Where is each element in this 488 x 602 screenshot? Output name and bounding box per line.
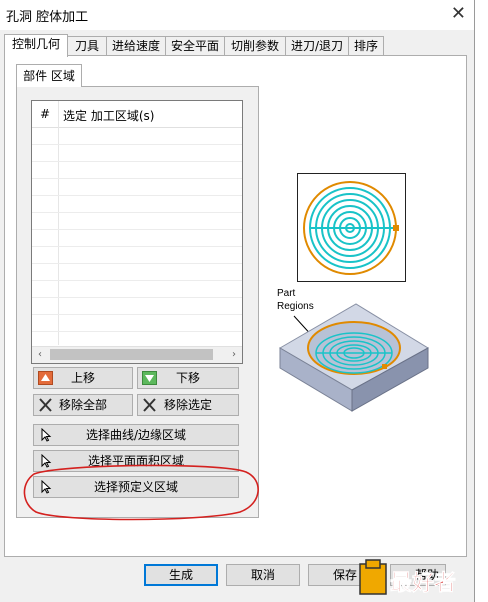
- list-row-line: [32, 297, 242, 298]
- list-row-line: [32, 195, 242, 196]
- scroll-thumb[interactable]: [50, 349, 213, 360]
- save-button[interactable]: 保存: [308, 564, 364, 586]
- list-row-line: [32, 144, 242, 145]
- tab-control-geometry[interactable]: 控制几何: [4, 34, 68, 57]
- red-annotation-loop: [23, 464, 259, 521]
- move-up-label: 上移: [70, 371, 95, 385]
- tab-safe-plane[interactable]: 安全平面: [165, 36, 225, 56]
- generate-button[interactable]: 生成: [144, 564, 218, 586]
- tab-sorting[interactable]: 排序: [348, 36, 384, 56]
- tab-cut-params[interactable]: 切削参数: [224, 36, 286, 56]
- title-bar: 孔洞 腔体加工 ✕: [0, 0, 474, 30]
- cancel-button[interactable]: 取消: [226, 564, 300, 586]
- list-row-line: [32, 229, 242, 230]
- move-down-button[interactable]: 下移: [137, 367, 239, 389]
- list-column-divider: [58, 101, 59, 345]
- tab-feedrate[interactable]: 进给速度: [106, 36, 166, 56]
- list-row-line: [32, 280, 242, 281]
- horizontal-scrollbar[interactable]: ‹ ›: [32, 346, 242, 363]
- dialog-window: 孔洞 腔体加工 ✕ 控制几何 刀具 进给速度 安全平面 切削参数 进刀/退刀 排…: [0, 0, 475, 602]
- list-row-line: [32, 331, 242, 332]
- list-row-line: [32, 246, 242, 247]
- region-list[interactable]: # 选定 加工区域(s) ‹ ›: [31, 100, 243, 364]
- list-row-line: [32, 161, 242, 162]
- tab-lead-in-out[interactable]: 进刀/退刀: [285, 36, 349, 56]
- list-row-line: [32, 178, 242, 179]
- remove-all-label: 移除全部: [58, 398, 107, 412]
- list-row-line: [32, 314, 242, 315]
- remove-selected-button[interactable]: 移除选定: [137, 394, 239, 416]
- list-header: # 选定 加工区域(s): [32, 101, 242, 128]
- background-cad-area: [475, 0, 488, 602]
- list-row-line: [32, 212, 242, 213]
- window-title: 孔洞 腔体加工: [6, 10, 89, 25]
- select-curve-button[interactable]: 选择曲线/边缘区域: [33, 424, 239, 446]
- move-up-button[interactable]: 上移: [33, 367, 133, 389]
- watermark-text: 最好者: [390, 570, 456, 596]
- list-col-name: 选定 加工区域(s): [63, 109, 155, 123]
- watermark-logo: 最好者: [359, 559, 456, 596]
- select-curve-label: 选择曲线/边缘区域: [85, 428, 187, 442]
- remove-selected-label: 移除选定: [163, 398, 212, 412]
- scroll-right-icon[interactable]: ›: [226, 348, 242, 362]
- close-icon[interactable]: ✕: [451, 3, 466, 24]
- list-row-line: [32, 263, 242, 264]
- remove-all-button[interactable]: 移除全部: [33, 394, 133, 416]
- scroll-left-icon[interactable]: ‹: [32, 348, 48, 362]
- move-down-label: 下移: [175, 371, 200, 385]
- tab-tool[interactable]: 刀具: [67, 36, 107, 56]
- pocket-top-view-image: [297, 173, 406, 282]
- pocket-3d-view-image: [279, 303, 429, 412]
- subtab-part-regions[interactable]: 部件 区域: [16, 64, 82, 87]
- list-col-index: #: [40, 107, 51, 121]
